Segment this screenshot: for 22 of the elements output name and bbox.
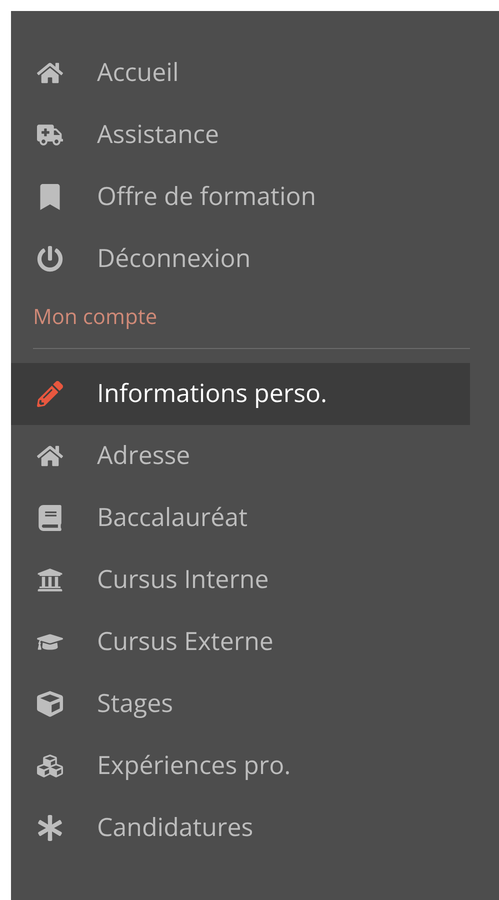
house-icon [37,60,63,86]
building-icon [37,566,63,592]
menu-item[interactable]: Cursus Externe [11,610,470,672]
menu-item[interactable]: Accueil [11,42,470,104]
menu-item[interactable]: Offre de formation [11,166,470,228]
asterisk-icon [37,814,63,840]
power-icon [37,246,63,272]
section-heading: Mon compte [33,302,158,333]
book-icon [37,504,63,530]
menu-item[interactable]: Adresse [11,424,470,486]
cubes-icon [37,752,63,778]
menu-item[interactable]: Expériences pro. [11,734,470,796]
menu-item[interactable]: Informations perso. [11,362,470,424]
ambulance-icon [37,122,63,148]
menu-item[interactable]: Baccalauréat [11,486,470,548]
menu-item[interactable]: Stages [11,672,470,734]
menu-item[interactable]: Déconnexion [11,228,470,290]
cube-icon [37,690,63,716]
pencil-icon [37,380,63,406]
menu-item[interactable]: Cursus Interne [11,548,470,610]
menu-item[interactable]: Assistance [11,104,470,166]
menu-item[interactable]: Candidatures [11,796,470,858]
